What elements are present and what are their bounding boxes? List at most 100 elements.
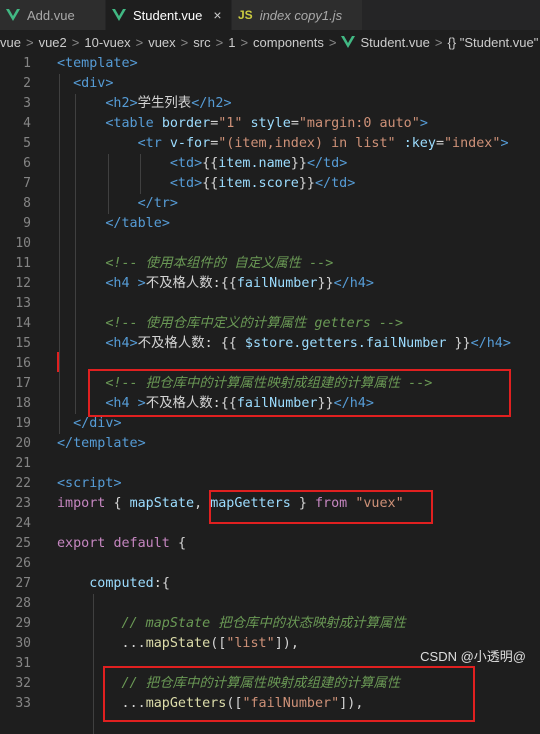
code-text: import { mapState, mapGetters } from "vu… — [57, 496, 404, 511]
chevron-right-icon: > — [25, 34, 34, 50]
code-line[interactable]: 27 computed:{ — [0, 574, 540, 594]
code-text: <!-- 使用仓库中定义的计算属性 getters --> — [57, 316, 404, 331]
code-text: computed:{ — [89, 576, 170, 591]
line-number: 11 — [15, 256, 31, 271]
code-text: <tr v-for="(item,index) in list" :key="i… — [137, 136, 509, 151]
code-text: // 把仓库中的计算属性映射成组建的计算属性 — [57, 676, 401, 691]
code-line[interactable]: 17 <!-- 把仓库中的计算属性映射成组建的计算属性 --> — [0, 374, 540, 394]
chevron-right-icon: > — [71, 34, 80, 50]
code-line[interactable]: 32 // 把仓库中的计算属性映射成组建的计算属性 — [0, 674, 540, 694]
line-number: 15 — [15, 336, 31, 351]
line-number: 30 — [15, 636, 31, 651]
code-line[interactable]: 9 </table> — [0, 214, 540, 234]
breadcrumb-item[interactable]: Student.vue — [341, 35, 430, 50]
line-number: 7 — [23, 176, 31, 191]
tab-label: Student.vue — [133, 7, 203, 23]
tab-add-vue[interactable]: Add.vue — [0, 0, 105, 30]
chevron-right-icon: > — [328, 34, 337, 50]
code-line[interactable]: 21 — [0, 454, 540, 474]
breadcrumb-item[interactable]: vue — [0, 35, 21, 50]
code-line[interactable]: 13 — [0, 294, 540, 314]
code-line[interactable]: 15 <h4>不及格人数: {{ $store.getters.failNumb… — [0, 334, 540, 354]
breadcrumb: vue > vue2 >10-vuex > vuex > src >1 > components > S… — [0, 30, 540, 54]
line-number: 23 — [15, 496, 31, 511]
tab-index-copy1-js[interactable]: JS index copy1.js — [232, 0, 362, 30]
code-line[interactable]: 11 <!-- 使用本组件的 自定义属性 --> — [0, 254, 540, 274]
line-number: 19 — [15, 416, 31, 431]
line-number: 4 — [23, 116, 31, 131]
line-number: 10 — [15, 236, 31, 251]
code-line[interactable]: 22 <script> — [0, 474, 540, 494]
code-line[interactable]: 26 — [0, 554, 540, 574]
line-number: 31 — [15, 656, 31, 671]
code-line[interactable]: 8 </tr> — [0, 194, 540, 214]
code-line[interactable]: 29 // mapState 把仓库中的状态映射成计算属性 — [0, 614, 540, 634]
line-number: 2 — [23, 76, 31, 91]
code-line[interactable]: 28 — [0, 594, 540, 614]
line-number: 12 — [15, 276, 31, 291]
line-number: 17 — [15, 376, 31, 391]
code-text: ...mapGetters(["failNumber"]), — [121, 696, 364, 711]
code-line[interactable]: 1 <template> — [0, 54, 540, 74]
code-line[interactable]: 7 <td>{{item.score}}</td> — [0, 174, 540, 194]
line-number: 21 — [15, 456, 31, 471]
code-line[interactable]: 16 — [0, 354, 540, 374]
vue-file-icon — [341, 36, 356, 48]
code-text: <h2>学生列表</h2> — [105, 96, 232, 111]
breadcrumb-item[interactable]: src — [193, 35, 210, 50]
code-text: <table border="1" style="margin:0 auto"> — [105, 116, 428, 131]
code-text: <td>{{item.name}}</td> — [169, 156, 348, 171]
breadcrumb-item[interactable]: vue2 — [39, 35, 67, 50]
code-text: <td>{{item.score}}</td> — [169, 176, 356, 191]
line-number: 25 — [15, 536, 31, 551]
code-line[interactable]: 20 </template> — [0, 434, 540, 454]
breadcrumb-item[interactable]: components — [253, 35, 324, 50]
breadcrumb-item[interactable]: vuex — [148, 35, 175, 50]
line-number: 14 — [15, 316, 31, 331]
editor-tab-bar: Add.vue Student.vue × JS index copy1.js — [0, 0, 540, 30]
vue-file-icon — [6, 9, 20, 21]
breadcrumb-item[interactable]: 10-vuex — [84, 35, 130, 50]
code-text: <h4>不及格人数: {{ $store.getters.failNumber … — [105, 336, 511, 351]
close-icon[interactable]: × — [213, 7, 221, 23]
code-line[interactable]: 6 <td>{{item.name}}</td> — [0, 154, 540, 174]
line-number: 33 — [15, 696, 31, 711]
chevron-right-icon: > — [215, 34, 224, 50]
code-line[interactable]: 23 import { mapState, mapGetters } from "… — [0, 494, 540, 514]
chevron-right-icon: > — [135, 34, 144, 50]
line-number: 29 — [15, 616, 31, 631]
code-text: </table> — [105, 216, 170, 231]
chevron-right-icon: > — [434, 34, 443, 50]
code-line[interactable]: 4 <table border="1" style="margin:0 auto… — [0, 114, 540, 134]
code-text: </div> — [73, 416, 122, 431]
code-line[interactable]: 19 </div> — [0, 414, 540, 434]
code-line[interactable]: 18 <h4 >不及格人数:{{failNumber}}</h4> — [0, 394, 540, 414]
line-number: 16 — [15, 356, 31, 371]
breadcrumb-item[interactable]: {} "Student.vue" — [447, 35, 538, 50]
code-line[interactable]: 10 — [0, 234, 540, 254]
vue-file-icon — [112, 9, 126, 21]
line-number: 32 — [15, 676, 31, 691]
line-number: 6 — [23, 156, 31, 171]
line-number: 18 — [15, 396, 31, 411]
code-line[interactable]: 24 — [0, 514, 540, 534]
code-text: export default { — [57, 536, 186, 551]
code-editor[interactable]: 1 <template> 2 <div> 3 <h2>学生列表</h2> 4 <tabl… — [0, 54, 540, 734]
breadcrumb-item[interactable]: 1 — [228, 35, 235, 50]
code-text: <!-- 把仓库中的计算属性映射成组建的计算属性 --> — [57, 376, 433, 391]
code-text: <div> — [73, 76, 114, 91]
code-text: <template> — [57, 56, 138, 71]
code-line[interactable]: 14 <!-- 使用仓库中定义的计算属性 getters --> — [0, 314, 540, 334]
code-line[interactable]: 33 ...mapGetters(["failNumber"]), — [0, 694, 540, 714]
code-text: <!-- 使用本组件的 自定义属性 --> — [57, 256, 334, 271]
tab-student-vue[interactable]: Student.vue × — [106, 0, 231, 30]
code-line[interactable]: 25 export default { — [0, 534, 540, 554]
code-text: ...mapState(["list"]), — [121, 636, 299, 651]
code-line[interactable]: 12 <h4 >不及格人数:{{failNumber}}</h4> — [0, 274, 540, 294]
code-line[interactable]: 5 <tr v-for="(item,index) in list" :key=… — [0, 134, 540, 154]
line-number: 8 — [23, 196, 31, 211]
code-line[interactable]: 2 <div> — [0, 74, 540, 94]
code-line[interactable]: 3 <h2>学生列表</h2> — [0, 94, 540, 114]
line-number: 20 — [15, 436, 31, 451]
code-text: <script> — [57, 476, 122, 491]
